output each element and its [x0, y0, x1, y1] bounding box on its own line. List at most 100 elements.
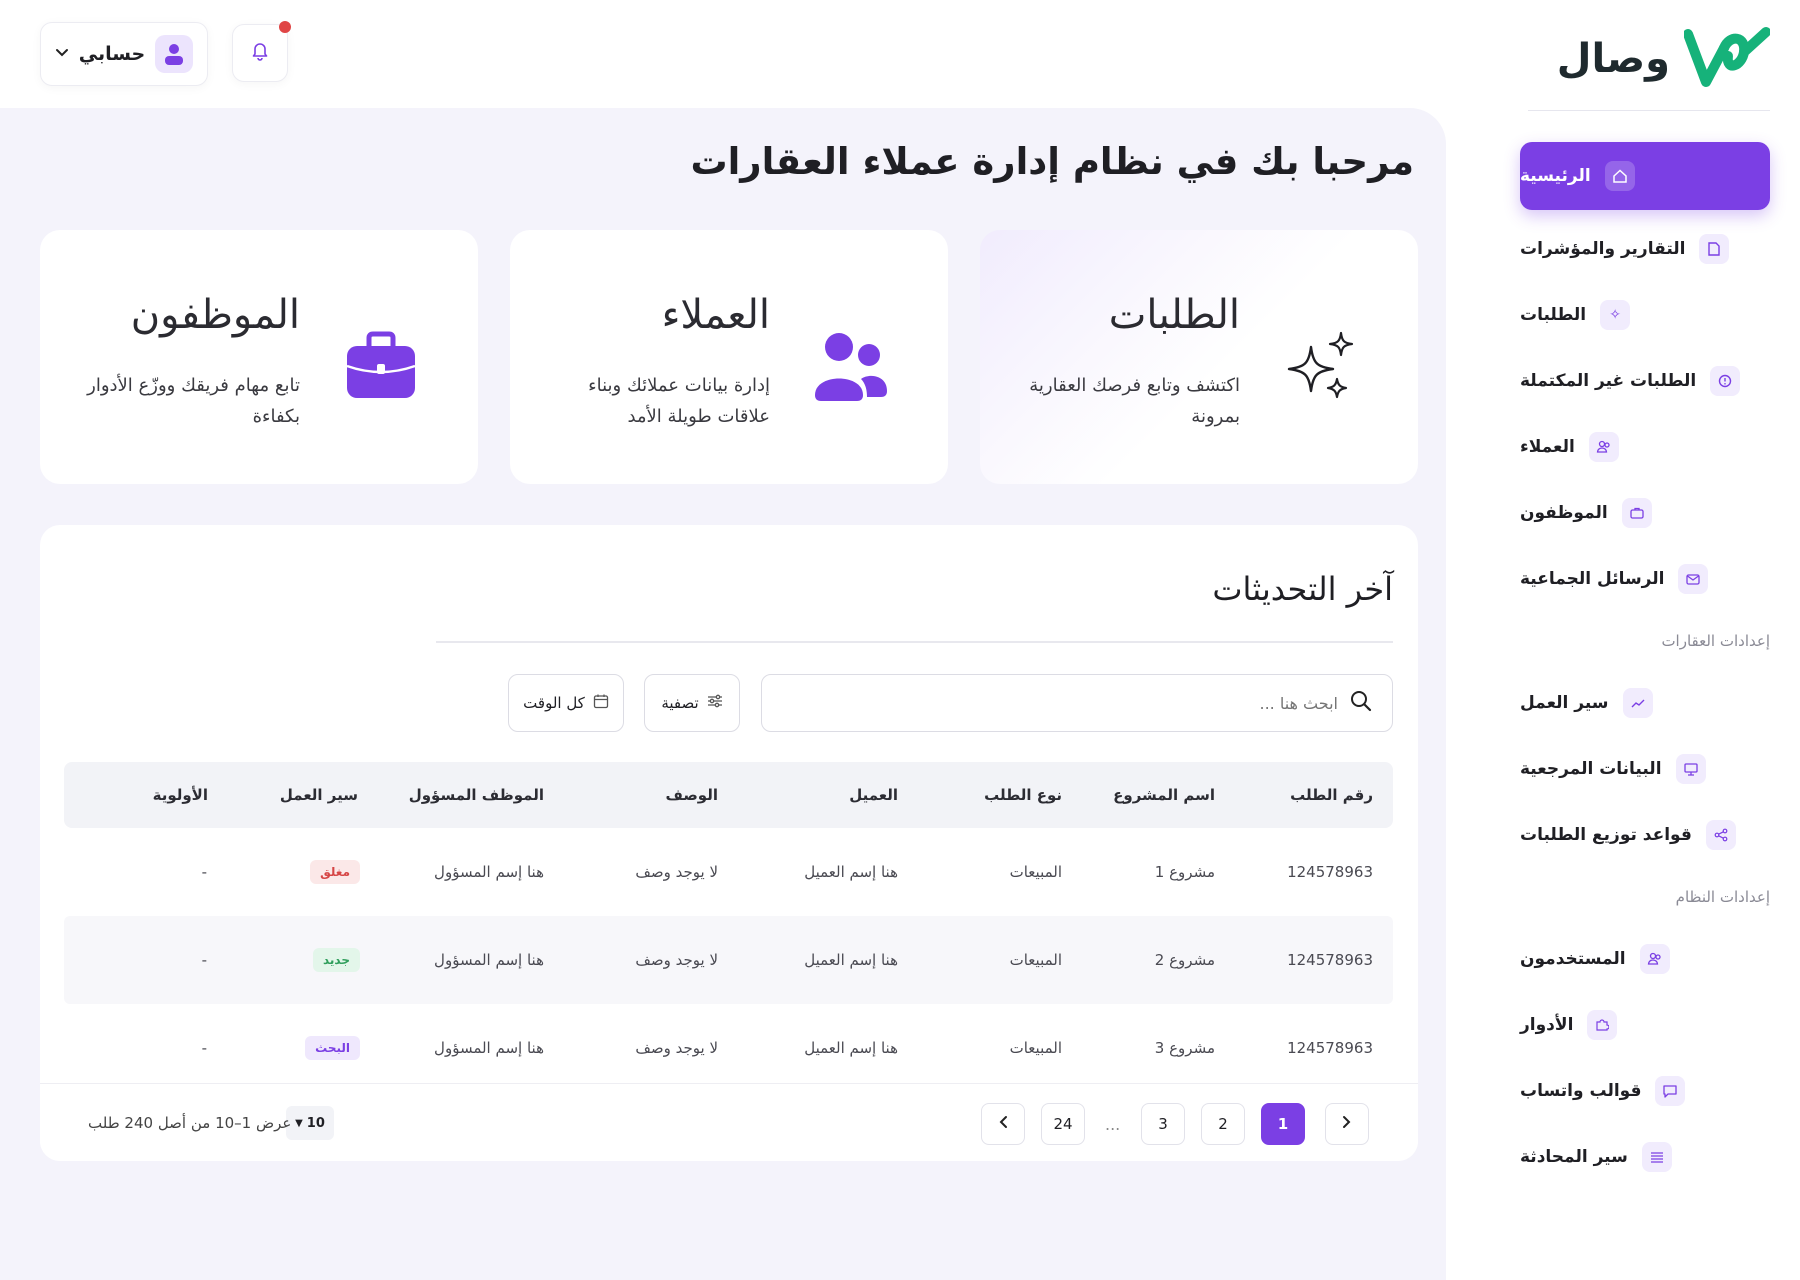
pagination-page-button[interactable]: 24	[1041, 1103, 1085, 1145]
time-range-button[interactable]: كل الوقت	[508, 674, 624, 732]
puzzle-icon	[1587, 1010, 1618, 1040]
pagination-bar: 1 2 3 ... 24 ▼ 10 عرض 1–10 من أصل 240 طل…	[40, 1083, 1418, 1161]
sidebar-item-label: العملاء	[1520, 437, 1575, 457]
column-header[interactable]: رقم الطلب	[1290, 762, 1373, 828]
column-header[interactable]: نوع الطلب	[984, 762, 1062, 828]
cell-description: لا يوجد وصف	[635, 1039, 718, 1057]
cell-priority: -	[201, 951, 207, 969]
pagination-next-button[interactable]	[981, 1103, 1025, 1145]
chevron-right-icon	[1342, 1115, 1352, 1133]
sliders-icon	[707, 694, 723, 712]
account-label: حسابي	[78, 43, 146, 65]
column-header[interactable]: سير العمل	[280, 762, 358, 828]
sidebar-item-incomplete-requests[interactable]: الطلبات غير المكتملة	[1520, 348, 1770, 414]
notifications-button[interactable]	[232, 21, 291, 82]
mail-icon	[1678, 564, 1709, 594]
sidebar-item-label: قوالب واتساب	[1520, 1081, 1642, 1101]
sidebar-item-label: المستخدمون	[1520, 949, 1626, 969]
cell-client: هنا إسم العميل	[804, 863, 898, 881]
sidebar-item-whatsapp-templates[interactable]: قوالب واتساب	[1520, 1058, 1770, 1124]
pagination-ellipsis: ...	[1105, 1114, 1121, 1134]
sidebar-item-reference-data[interactable]: البيانات المرجعية	[1520, 736, 1770, 802]
sidebar-item-label: سير العمل	[1520, 693, 1609, 713]
column-header[interactable]: اسم المشروع	[1113, 762, 1215, 828]
column-header[interactable]: الوصف	[665, 762, 718, 828]
column-header[interactable]: الأولوية	[153, 762, 208, 828]
bell-icon	[251, 41, 269, 65]
section-title: آخر التحديثات	[1212, 570, 1393, 608]
account-menu-button[interactable]: حسابي	[40, 22, 208, 86]
calendar-icon	[593, 693, 609, 713]
status-badge: مغلق	[310, 860, 360, 884]
cell-owner: هنا إسم المسؤول	[434, 1039, 544, 1057]
cell-status: مغلق	[310, 828, 360, 916]
caret-down-icon: ▼	[295, 1117, 303, 1129]
sidebar-item-clients[interactable]: العملاء	[1520, 414, 1770, 480]
list-icon	[1641, 1142, 1672, 1172]
briefcase-icon	[336, 322, 426, 412]
cell-project: مشروع 2	[1154, 951, 1215, 969]
sidebar-item-distribution-rules[interactable]: قواعد توزيع الطلبات	[1520, 802, 1770, 868]
cell-owner: هنا إسم المسؤول	[434, 863, 544, 881]
search-input[interactable]	[838, 693, 1338, 713]
users-icon	[806, 322, 896, 412]
time-range-label: كل الوقت	[523, 694, 585, 712]
cell-priority: -	[201, 863, 207, 881]
cell-id: 124578963	[1287, 951, 1373, 969]
users-icon	[1588, 432, 1619, 462]
cell-type: المبيعات	[1009, 863, 1062, 881]
sidebar-item-label: التقارير والمؤشرات	[1520, 239, 1686, 259]
requests-card[interactable]: الطلبات اكتشف وتابع فرصك العقارية بمرونة	[980, 230, 1418, 484]
per-page-select[interactable]: ▼ 10	[286, 1106, 334, 1140]
sidebar-item-conversation-flow[interactable]: سير المحادثة	[1520, 1124, 1770, 1190]
pagination-page-button[interactable]: 2	[1201, 1103, 1245, 1145]
users-icon	[1639, 944, 1670, 974]
search-icon	[1350, 690, 1372, 716]
sidebar-item-label: الرئيسية	[1520, 166, 1591, 186]
pagination-range-text: عرض 1–10 من أصل 240 طلب	[88, 1114, 292, 1132]
sidebar-item-employees[interactable]: الموظفون	[1520, 480, 1770, 546]
column-header[interactable]: العميل	[849, 762, 898, 828]
card-description: إدارة بيانات عملائك وبناء علاقات طويلة ا…	[588, 375, 770, 427]
sidebar-item-label: البيانات المرجعية	[1520, 759, 1662, 779]
trending-up-icon	[1622, 688, 1653, 718]
sidebar-section-realestate-settings: إعدادات العقارات	[1661, 632, 1770, 650]
chat-icon	[1655, 1076, 1686, 1106]
sidebar-item-label: سير المحادثة	[1520, 1147, 1628, 1167]
pagination-page-button[interactable]: 3	[1141, 1103, 1185, 1145]
document-icon	[1699, 234, 1730, 264]
sidebar-item-label: الأدوار	[1520, 1015, 1574, 1035]
filter-button[interactable]: تصفية	[644, 674, 740, 732]
employees-card[interactable]: الموظفون تابع مهام فريقك ووزّع الأدوار ب…	[40, 230, 478, 484]
status-badge: جديد	[312, 948, 360, 972]
pagination-page-button[interactable]: 1	[1261, 1103, 1305, 1145]
sidebar-item-reports[interactable]: التقارير والمؤشرات	[1520, 216, 1770, 282]
divider	[436, 641, 1393, 643]
home-icon	[1604, 161, 1635, 191]
pagination-prev-button[interactable]	[1325, 1103, 1369, 1145]
card-title: العملاء	[661, 292, 770, 338]
cell-type: المبيعات	[1009, 1039, 1062, 1057]
brand-logo[interactable]: وصال	[1557, 26, 1770, 92]
card-title: الموظفون	[130, 292, 300, 338]
clients-card[interactable]: العملاء إدارة بيانات عملائك وبناء علاقات…	[510, 230, 948, 484]
sidebar-item-workflow[interactable]: سير العمل	[1520, 670, 1770, 736]
filter-label: تصفية	[661, 694, 699, 712]
presentation-icon	[1675, 754, 1706, 784]
sidebar-item-bulk-messages[interactable]: الرسائل الجماعية	[1520, 546, 1770, 612]
table-row[interactable]: 124578963 مشروع 1 المبيعات هنا إسم العمي…	[64, 828, 1393, 916]
sidebar-item-roles[interactable]: الأدوار	[1520, 992, 1770, 1058]
cell-priority: -	[201, 1039, 207, 1057]
notification-dot	[279, 21, 291, 33]
table-row[interactable]: 124578963 مشروع 3 المبيعات هنا إسم العمي…	[64, 1004, 1393, 1092]
column-header[interactable]: الموظف المسؤول	[409, 762, 544, 828]
sidebar-item-home[interactable]: الرئيسية	[1520, 142, 1770, 210]
sidebar-item-label: الرسائل الجماعية	[1520, 569, 1665, 589]
sidebar-item-label: الطلبات غير المكتملة	[1520, 371, 1697, 391]
card-title: الطلبات	[1108, 292, 1240, 338]
brand-name: وصال	[1556, 36, 1670, 82]
search-field[interactable]	[761, 674, 1393, 732]
sidebar-item-users[interactable]: المستخدمون	[1520, 926, 1770, 992]
table-row[interactable]: 124578963 مشروع 2 المبيعات هنا إسم العمي…	[64, 916, 1393, 1004]
sidebar-item-requests[interactable]: ✧ الطلبات	[1520, 282, 1770, 348]
